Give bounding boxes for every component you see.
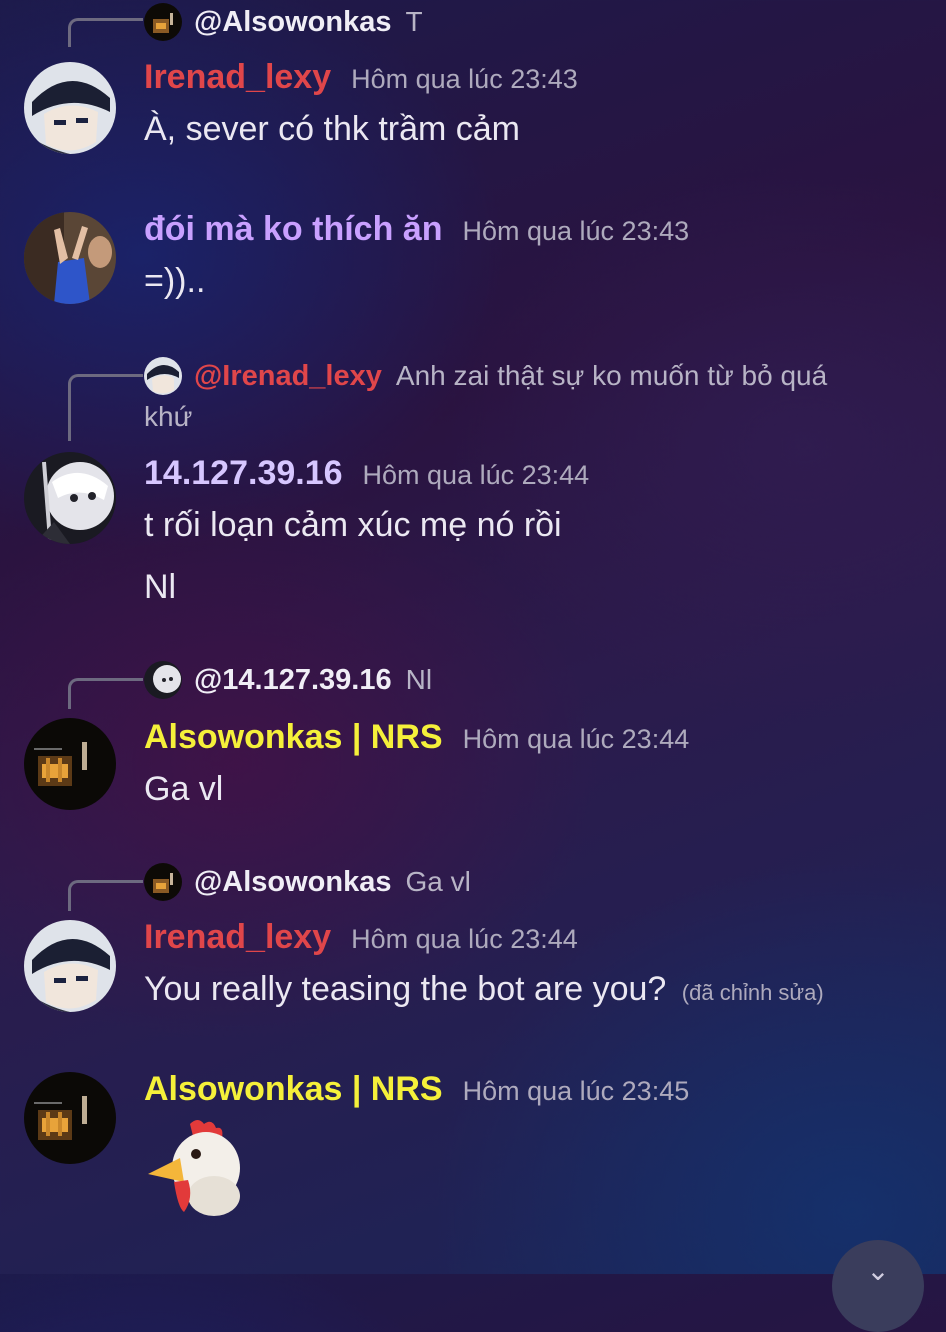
message-header: Alsowonkas | NRS Hôm qua lúc 23:44: [144, 718, 689, 757]
reply-avatar: [144, 3, 182, 41]
edited-label: (đã chỉnh sửa): [681, 980, 824, 1005]
avatar[interactable]: [24, 718, 116, 810]
reply-spine: [68, 18, 143, 47]
avatar[interactable]: [24, 212, 116, 304]
username[interactable]: 14.127.39.16: [144, 454, 343, 493]
timestamp: Hôm qua lúc 23:44: [351, 924, 578, 954]
message-header: Irenad_lexy Hôm qua lúc 23:44: [144, 918, 578, 957]
message-header: Alsowonkas | NRS Hôm qua lúc 23:45: [144, 1070, 689, 1109]
reply-avatar: [144, 661, 182, 699]
reply-mention[interactable]: @Irenad_lexy: [194, 360, 382, 393]
message-text: t rối loạn cảm xúc mẹ nó rồi: [144, 506, 562, 544]
message-text: You really teasing the bot are you? (đã …: [144, 970, 824, 1009]
reply-reference[interactable]: @14.127.39.16 Nl: [144, 660, 432, 700]
message-header: đói mà ko thích ăn Hôm qua lúc 23:43: [144, 210, 689, 249]
message-header: Irenad_lexy Hôm qua lúc 23:43: [144, 58, 578, 97]
timestamp: Hôm qua lúc 23:45: [462, 1076, 690, 1106]
message-header: 14.127.39.16 Hôm qua lúc 23:44: [144, 454, 589, 493]
username[interactable]: Irenad_lexy: [144, 58, 331, 97]
reply-spine: [68, 374, 143, 441]
timestamp: Hôm qua lúc 23:44: [362, 460, 590, 490]
rooster-emoji[interactable]: [144, 1116, 248, 1220]
message-text: À, sever có thk trầm cảm: [144, 110, 520, 148]
reply-snippet: T: [405, 6, 423, 37]
timestamp: Hôm qua lúc 23:43: [462, 216, 690, 246]
scroll-down-button[interactable]: ⌄: [832, 1240, 924, 1332]
message-text: Ga vl: [144, 770, 224, 808]
reply-mention[interactable]: @Alsowonkas: [194, 866, 392, 899]
message-text: =))..: [144, 262, 206, 300]
avatar[interactable]: [24, 920, 116, 1012]
username[interactable]: Alsowonkas | NRS: [144, 1070, 443, 1109]
reply-avatar: [144, 357, 182, 395]
reply-reference[interactable]: @Irenad_lexy Anh zai thật sự ko muốn từ …: [144, 356, 827, 396]
reply-mention[interactable]: @Alsowonkas: [194, 6, 392, 39]
message-body: You really teasing the bot are you?: [144, 970, 667, 1008]
reply-snippet: Nl: [405, 664, 433, 695]
timestamp: Hôm qua lúc 23:43: [351, 64, 578, 94]
username[interactable]: đói mà ko thích ăn: [144, 210, 442, 249]
reply-reference[interactable]: @Alsowonkas T: [144, 2, 423, 42]
avatar[interactable]: [24, 1072, 116, 1164]
reply-spine: [68, 880, 143, 911]
reply-snippet-continued: khứ: [144, 401, 193, 432]
username[interactable]: Irenad_lexy: [144, 918, 331, 957]
chevron-down-icon: ⌄: [866, 1255, 890, 1286]
reply-avatar: [144, 863, 182, 901]
message-text: Nl: [144, 568, 177, 606]
reply-spine: [68, 678, 143, 709]
reply-snippet: Ga vl: [405, 866, 471, 897]
reply-mention[interactable]: @14.127.39.16: [194, 664, 392, 697]
reply-reference[interactable]: @Alsowonkas Ga vl: [144, 862, 471, 902]
reply-snippet: Anh zai thật sự ko muốn từ bỏ quá: [395, 360, 828, 391]
avatar[interactable]: [24, 452, 116, 544]
username[interactable]: Alsowonkas | NRS: [144, 718, 443, 757]
avatar[interactable]: [24, 62, 116, 154]
timestamp: Hôm qua lúc 23:44: [462, 724, 690, 754]
